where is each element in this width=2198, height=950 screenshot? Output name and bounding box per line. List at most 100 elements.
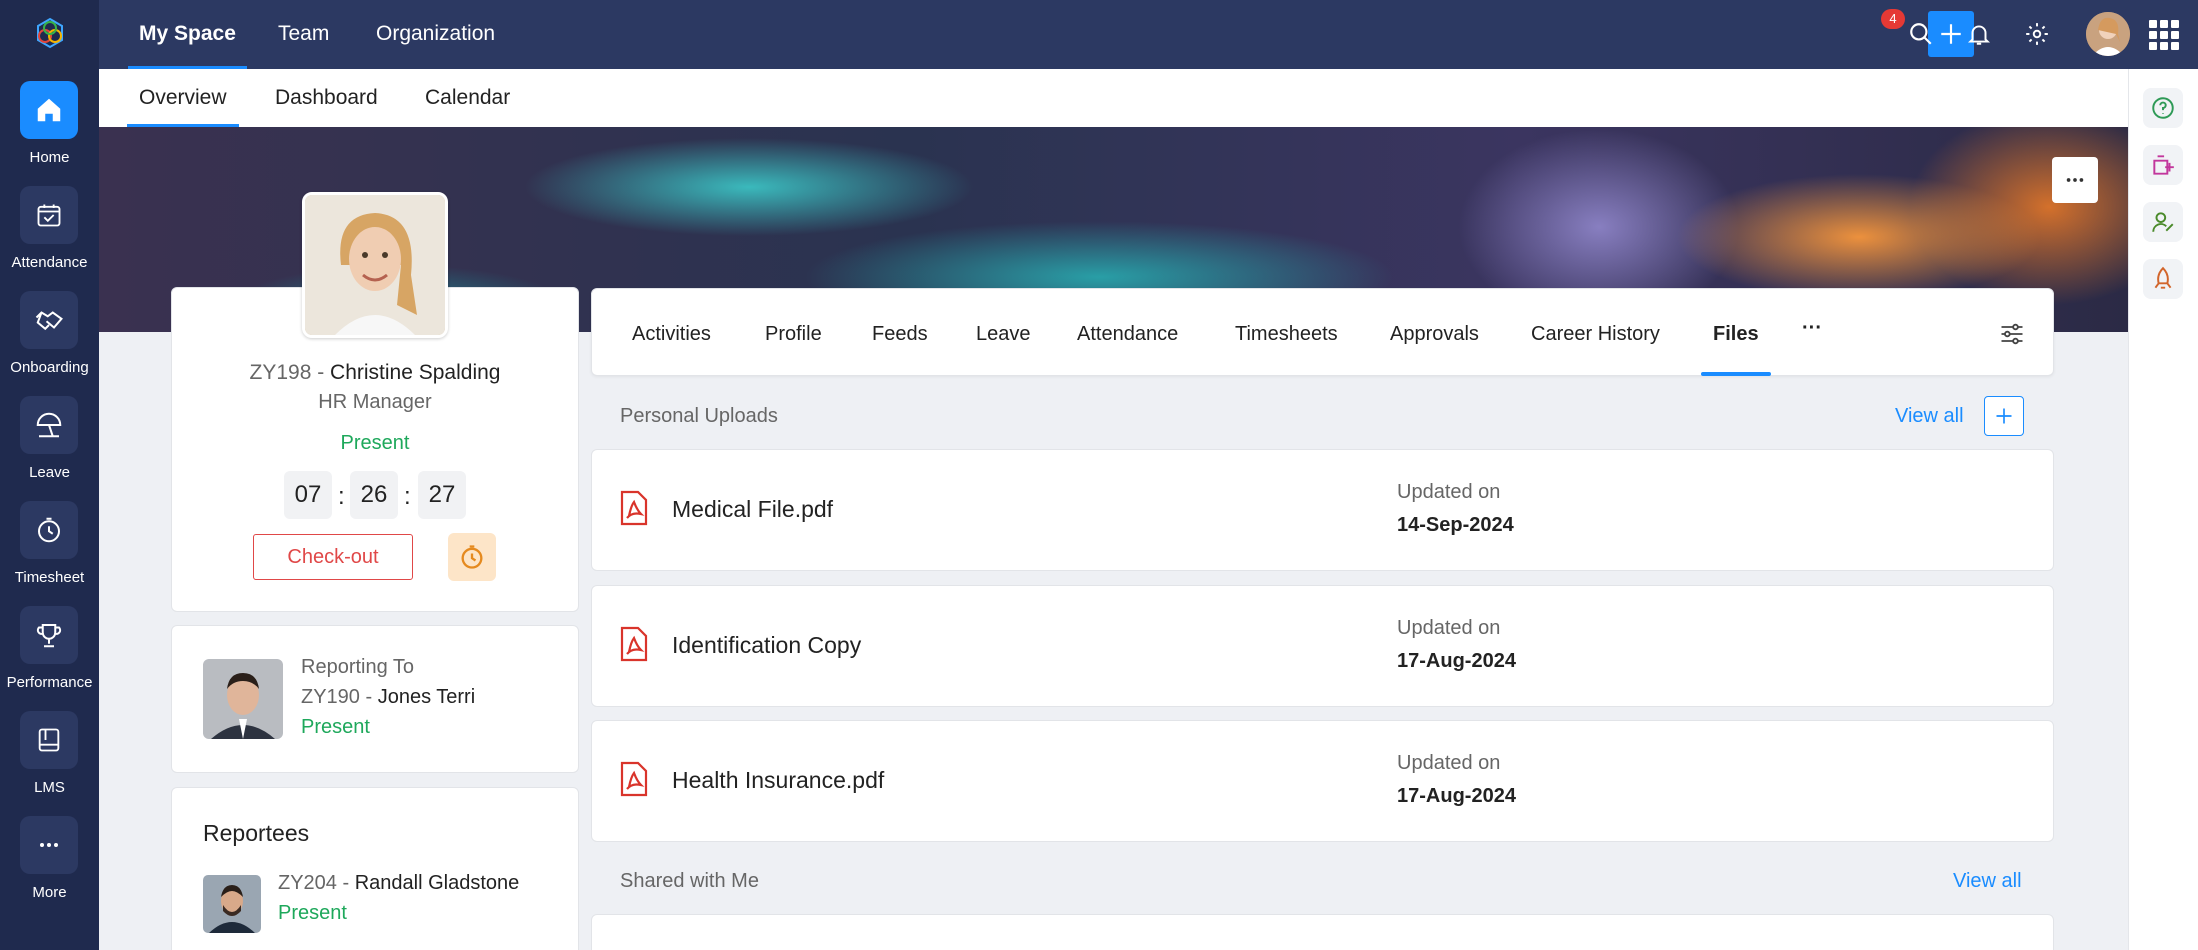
profile-photo-image bbox=[305, 195, 445, 335]
reporting-name[interactable]: Jones Terri bbox=[378, 686, 475, 708]
shared-view-all-link[interactable]: View all bbox=[1953, 870, 2022, 893]
tab-profile[interactable]: Profile bbox=[765, 288, 822, 376]
reportee-status: Present bbox=[278, 902, 347, 924]
uploads-view-all-link[interactable]: View all bbox=[1895, 405, 1964, 428]
sidebar-item-lms[interactable]: LMS bbox=[0, 711, 99, 816]
shared-with-me-title: Shared with Me bbox=[620, 870, 759, 892]
more-icon bbox=[40, 843, 58, 847]
notifications-button[interactable] bbox=[1963, 18, 1995, 50]
tab-career-history[interactable]: Career History bbox=[1531, 288, 1660, 376]
left-sidebar: Home Attendance Onboarding Leave Timeshe… bbox=[0, 0, 99, 950]
calendar-check-icon bbox=[37, 204, 61, 227]
apps-grid-icon[interactable] bbox=[2149, 20, 2179, 50]
file-row[interactable]: Identification Copy Updated on 17-Aug-20… bbox=[591, 585, 2054, 707]
sidebar-item-leave[interactable]: Leave bbox=[0, 396, 99, 501]
sidebar-item-onboarding[interactable]: Onboarding bbox=[0, 291, 99, 396]
more-icon bbox=[2066, 178, 2084, 182]
manager-avatar[interactable] bbox=[203, 659, 283, 739]
tab-timesheets[interactable]: Timesheets bbox=[1235, 288, 1338, 376]
file-row[interactable]: Medical File.pdf Updated on 14-Sep-2024 bbox=[591, 449, 2054, 571]
pdf-file-icon bbox=[620, 490, 648, 526]
profile-id: ZY198 - bbox=[249, 361, 331, 384]
file-name[interactable]: Medical File.pdf bbox=[672, 496, 833, 523]
timer-seconds: 27 bbox=[418, 471, 466, 519]
reportee-avatar[interactable] bbox=[203, 875, 261, 933]
home-icon bbox=[37, 98, 61, 122]
rocket-icon bbox=[2154, 266, 2172, 289]
file-name[interactable]: Identification Copy bbox=[672, 632, 861, 659]
app-logo-icon[interactable] bbox=[32, 16, 68, 52]
reportees-card: Reportees ZY204 - Randall Gladstone Pres… bbox=[171, 787, 579, 950]
tab-overview[interactable]: Overview bbox=[127, 69, 239, 127]
book-icon bbox=[38, 728, 60, 752]
sidebar-item-label: Performance bbox=[6, 674, 93, 691]
timer-hours: 07 bbox=[284, 471, 332, 519]
timer-separator: : bbox=[338, 483, 345, 510]
home-button[interactable] bbox=[20, 81, 78, 139]
tab-attendance[interactable]: Attendance bbox=[1077, 288, 1178, 376]
sliders-icon bbox=[2001, 323, 2023, 345]
tab-organization[interactable]: Organization bbox=[376, 0, 495, 69]
lms-button[interactable] bbox=[20, 711, 78, 769]
plus-icon bbox=[1941, 24, 1961, 44]
file-updated-label: Updated on bbox=[1397, 481, 1501, 503]
help-icon bbox=[2152, 97, 2174, 119]
sidebar-item-label: Onboarding bbox=[10, 359, 89, 376]
help-button[interactable] bbox=[2143, 88, 2183, 128]
banner-more-button[interactable] bbox=[2052, 157, 2098, 203]
profile-photo[interactable] bbox=[302, 192, 448, 338]
tab-more[interactable]: ··· bbox=[1802, 282, 1822, 370]
reportee-name[interactable]: Randall Gladstone bbox=[355, 872, 520, 894]
tab-approvals[interactable]: Approvals bbox=[1390, 288, 1479, 376]
tab-settings-button[interactable] bbox=[1998, 320, 2026, 348]
profile-status: Present bbox=[340, 432, 410, 454]
profile-name: Christine Spalding bbox=[330, 361, 501, 384]
more-button[interactable] bbox=[20, 816, 78, 874]
gear-icon bbox=[2026, 23, 2048, 45]
user-edit-button[interactable] bbox=[2143, 202, 2183, 242]
reportee-id: ZY204 - bbox=[278, 872, 355, 894]
sidebar-item-home[interactable]: Home bbox=[0, 81, 99, 186]
reporting-id-name: ZY190 - Jones Terri bbox=[301, 686, 475, 709]
tab-dashboard[interactable]: Dashboard bbox=[275, 69, 378, 127]
onboarding-button[interactable] bbox=[20, 291, 78, 349]
personal-uploads-title: Personal Uploads bbox=[620, 405, 778, 427]
tab-calendar[interactable]: Calendar bbox=[425, 69, 510, 127]
attendance-button[interactable] bbox=[20, 186, 78, 244]
tab-team[interactable]: Team bbox=[278, 0, 329, 69]
user-avatar[interactable] bbox=[2086, 12, 2130, 56]
tab-feeds[interactable]: Feeds bbox=[872, 288, 928, 376]
tab-files[interactable]: Files bbox=[1701, 288, 1771, 376]
sidebar-item-attendance[interactable]: Attendance bbox=[0, 186, 99, 291]
tab-leave[interactable]: Leave bbox=[976, 288, 1031, 376]
pdf-file-icon bbox=[620, 761, 648, 797]
ticket-button[interactable] bbox=[2143, 145, 2183, 185]
leave-button[interactable] bbox=[20, 396, 78, 454]
rocket-button[interactable] bbox=[2143, 259, 2183, 299]
reporting-id: ZY190 - bbox=[301, 686, 378, 708]
sidebar-item-timesheet[interactable]: Timesheet bbox=[0, 501, 99, 606]
reportees-title: Reportees bbox=[203, 820, 310, 846]
checkout-button[interactable]: Check-out bbox=[253, 534, 413, 580]
pdf-file-icon bbox=[620, 626, 648, 662]
timer-button[interactable] bbox=[448, 533, 496, 581]
add-upload-button[interactable] bbox=[1984, 396, 2024, 436]
sidebar-item-performance[interactable]: Performance bbox=[0, 606, 99, 711]
trophy-icon bbox=[36, 624, 62, 648]
file-row[interactable]: Health Insurance.pdf Updated on 17-Aug-2… bbox=[591, 720, 2054, 842]
timesheet-button[interactable] bbox=[20, 501, 78, 559]
tab-my-space[interactable]: My Space bbox=[128, 0, 247, 69]
performance-button[interactable] bbox=[20, 606, 78, 664]
bell-icon bbox=[1967, 25, 1991, 45]
sidebar-item-label: Home bbox=[29, 149, 70, 166]
reporting-status: Present bbox=[301, 716, 370, 738]
profile-id-name: ZY198 - Christine Spalding bbox=[172, 361, 578, 385]
tab-activities[interactable]: Activities bbox=[632, 288, 711, 376]
plus-icon bbox=[1996, 408, 2012, 424]
file-name[interactable]: Health Insurance.pdf bbox=[672, 767, 884, 794]
sidebar-item-more[interactable]: More bbox=[0, 816, 99, 921]
reportee-avatar-image bbox=[203, 875, 261, 933]
timer-minutes: 26 bbox=[350, 471, 398, 519]
settings-button[interactable] bbox=[2021, 18, 2053, 50]
search-button[interactable] bbox=[1905, 18, 1937, 50]
